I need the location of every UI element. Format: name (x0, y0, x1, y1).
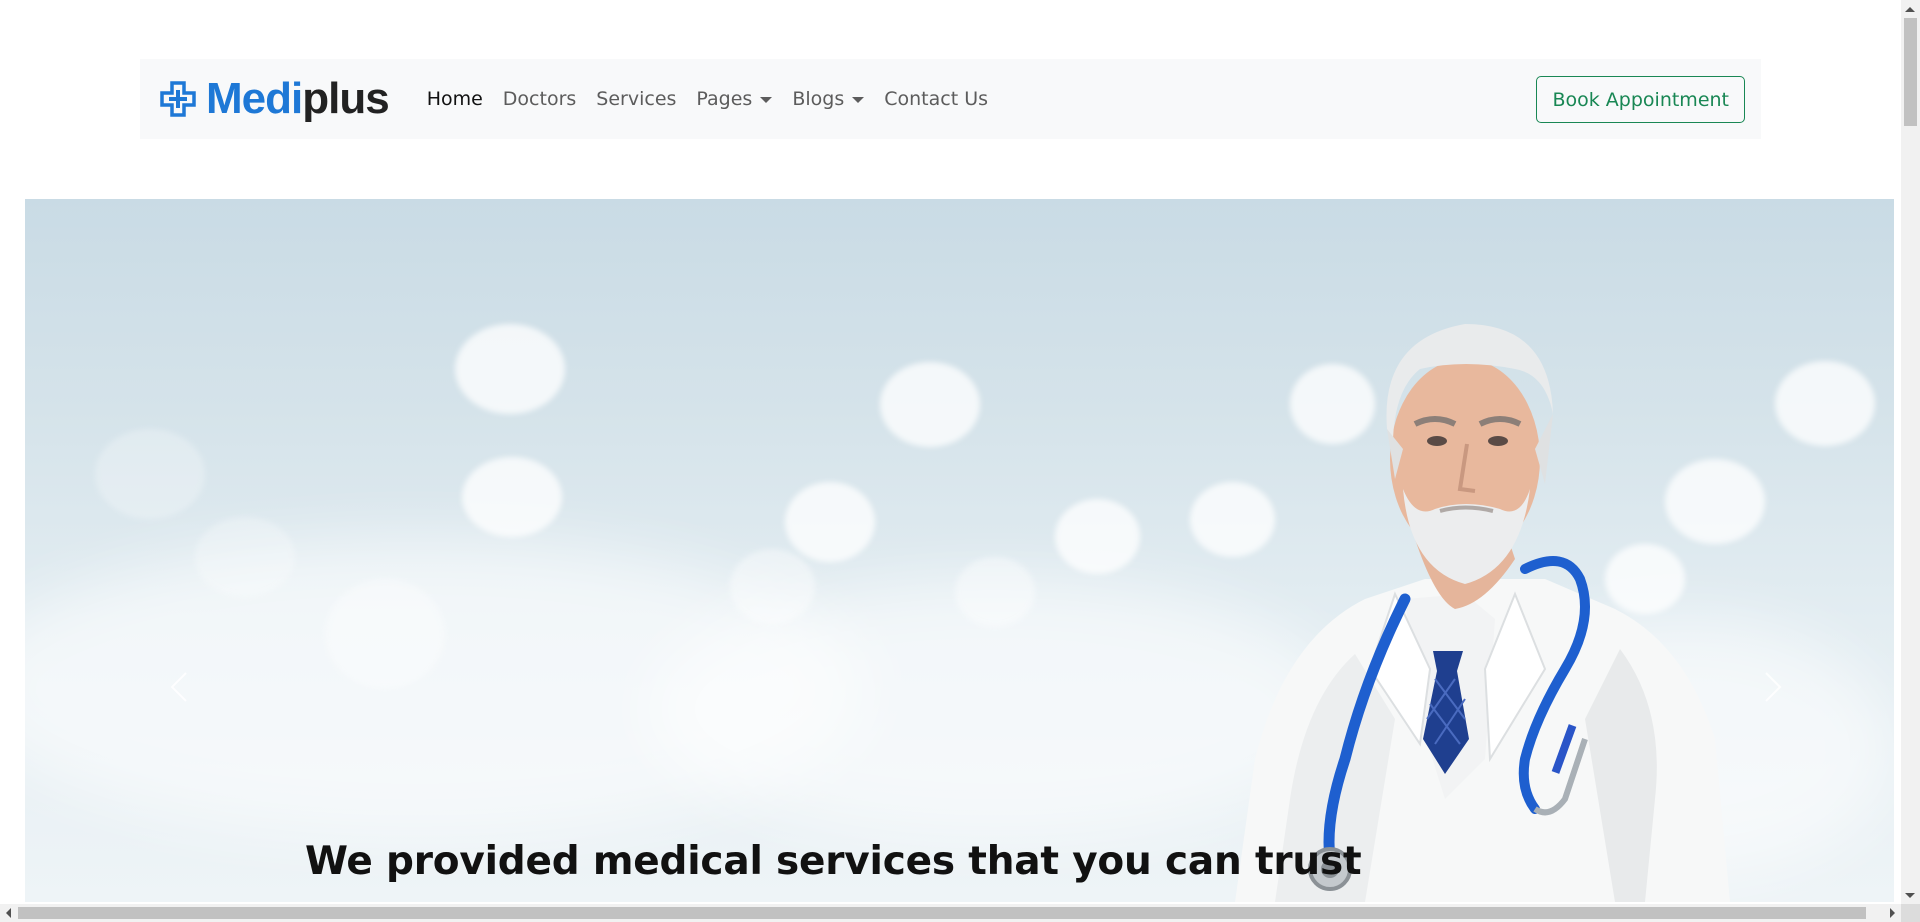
nav-menu: Home Doctors Services Pages Blogs Contac… (417, 88, 998, 110)
navbar: Mediplus Home Doctors Services Pages Blo… (140, 59, 1761, 139)
nav-item-label: Home (426, 88, 483, 110)
scroll-left-arrow-icon[interactable] (6, 908, 11, 918)
carousel-next-button[interactable] (1752, 665, 1792, 709)
brand-logo[interactable]: Mediplus (158, 59, 390, 139)
vertical-scrollbar[interactable] (1901, 0, 1920, 904)
nav-item-doctors[interactable]: Doctors (493, 88, 587, 110)
chevron-right-icon (1765, 672, 1782, 702)
nav-item-label: Services (596, 88, 677, 110)
caret-down-icon (852, 97, 865, 103)
nav-item-label: Contact Us (884, 88, 989, 110)
nav-item-blogs-dropdown[interactable]: Blogs (782, 88, 874, 110)
medical-cross-icon (160, 81, 196, 117)
nav-item-label: Doctors (502, 88, 577, 110)
scroll-right-arrow-icon[interactable] (1890, 908, 1895, 918)
scrollbar-corner (1901, 904, 1920, 922)
brand-name: Mediplus (206, 74, 390, 123)
vertical-scroll-thumb[interactable] (1904, 18, 1917, 126)
hero-caption: We provided medical services that you ca… (305, 839, 1362, 884)
horizontal-scrollbar[interactable] (0, 904, 1901, 922)
scroll-down-arrow-icon[interactable] (1905, 893, 1915, 898)
doctor-photo (1235, 324, 1730, 902)
horizontal-scroll-thumb[interactable] (18, 907, 1866, 919)
nav-item-contact-us[interactable]: Contact Us (874, 88, 998, 110)
nav-item-label: Pages (696, 88, 753, 110)
brand-name-medi: Medi (206, 74, 303, 123)
scroll-up-arrow-icon[interactable] (1905, 7, 1915, 12)
caret-down-icon (760, 97, 773, 103)
nav-item-pages-dropdown[interactable]: Pages (686, 88, 782, 110)
carousel-prev-button[interactable] (160, 665, 200, 709)
brand-name-plus: plus (302, 74, 389, 123)
hero-carousel: We provided medical services that you ca… (25, 199, 1894, 902)
nav-item-label: Blogs (792, 88, 845, 110)
nav-item-home[interactable]: Home (417, 88, 493, 110)
book-appointment-button[interactable]: Book Appointment (1536, 76, 1745, 123)
chevron-left-icon (170, 672, 187, 702)
nav-item-services[interactable]: Services (586, 88, 686, 110)
